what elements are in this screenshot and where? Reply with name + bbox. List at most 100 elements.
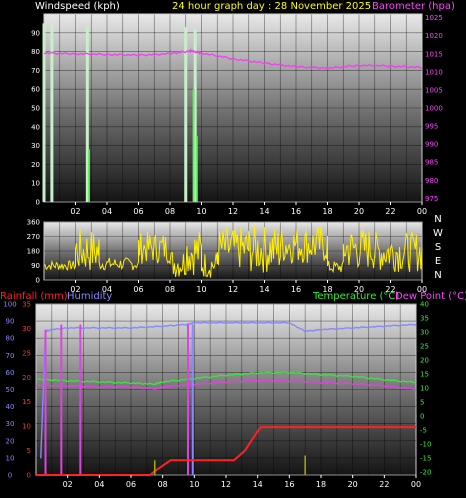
x-tick-label: 04	[102, 207, 112, 216]
x-tick-label: 16	[291, 285, 301, 294]
temperature-axis-tick: -20	[420, 469, 431, 477]
humidity-axis-tick: 20	[6, 437, 15, 445]
x-tick-label: 04	[102, 285, 112, 294]
temperature-axis-tick: 20	[420, 357, 429, 365]
x-tick-label: 12	[228, 285, 238, 294]
x-tick-label: 02	[70, 285, 80, 294]
direction-axis-tick: 270	[27, 233, 40, 241]
x-tick-label: 22	[379, 480, 389, 489]
barometer-axis-tick: 975	[425, 195, 438, 203]
x-tick-label: 22	[385, 285, 395, 294]
rain-axis-tick: 10	[22, 423, 31, 431]
barometer-axis-tick: 980	[425, 177, 438, 185]
temperature-axis-tick: 25	[420, 343, 429, 351]
x-tick-label: 02	[70, 207, 80, 216]
compass-label: N	[434, 270, 441, 281]
temperature-axis-tick: -5	[420, 427, 427, 435]
wind-axis-tick: 0	[36, 199, 40, 207]
compass-label: W	[433, 228, 443, 239]
x-tick-label: 20	[354, 207, 364, 216]
x-tick-label: 06	[133, 207, 143, 216]
wind-axis-tick: 60	[31, 86, 40, 94]
x-tick-label: 06	[126, 480, 136, 489]
barometer-axis-tick: 1000	[425, 105, 443, 113]
temperature-axis-tick: 0	[420, 413, 424, 421]
humidity-axis-tick: 40	[6, 403, 15, 411]
wind-axis-tick: 90	[31, 29, 40, 37]
direction-axis-tick: 90	[31, 262, 40, 270]
direction-axis-tick: 180	[27, 248, 40, 256]
temperature-axis-tick: 35	[420, 315, 429, 323]
x-tick-label: 20	[348, 480, 358, 489]
x-tick-label: 16	[284, 480, 294, 489]
barometer-axis-tick: 1025	[425, 14, 443, 22]
humidity-axis-tick: 10	[6, 454, 15, 462]
humidity-axis-tick: 70	[6, 352, 15, 360]
rain-axis-tick: 25	[22, 349, 31, 357]
gust-spike	[192, 89, 195, 202]
x-tick-label: 12	[221, 480, 231, 489]
temperature-axis-tick: 15	[420, 371, 429, 379]
humidity-axis-tick: 90	[6, 318, 15, 326]
temperature-axis-tick: -10	[420, 441, 431, 449]
rain-axis-tick: 20	[22, 374, 31, 382]
temperature-axis-tick: -15	[420, 455, 431, 463]
barometer-axis-title: Barometer (hpa)	[372, 1, 455, 12]
rain-axis-tick: 5	[27, 447, 31, 455]
windspeed-axis-title: Windspeed (kph)	[35, 1, 120, 12]
compass-label: E	[435, 256, 441, 267]
x-tick-label: 04	[94, 480, 104, 489]
x-tick-label: 00	[411, 480, 421, 489]
dewpoint-axis-title: Dew Point (°C)	[395, 291, 466, 302]
humidity-axis-tick: 100	[3, 301, 16, 309]
rain-axis-tick: 35	[22, 301, 31, 309]
x-tick-label: 18	[322, 207, 332, 216]
direction-axis-tick: 0	[36, 277, 40, 285]
barometer-axis-tick: 1010	[425, 68, 443, 76]
wind-axis-tick: 80	[31, 48, 40, 56]
x-tick-label: 16	[291, 207, 301, 216]
rain-axis-tick: 15	[22, 398, 31, 406]
wind-axis-tick: 70	[31, 67, 40, 75]
x-tick-label: 10	[189, 480, 199, 489]
chart-title: 24 hour graph day : 28 November 2025	[172, 1, 371, 12]
temperature-axis-tick: 30	[420, 329, 429, 337]
barometer-axis-tick: 1005	[425, 86, 443, 94]
compass-label: S	[435, 242, 441, 253]
x-tick-label: 08	[165, 285, 175, 294]
temperature-axis-tick: 5	[420, 399, 424, 407]
x-tick-label: 00	[417, 285, 427, 294]
gust-spike	[87, 149, 90, 202]
x-tick-label: 08	[158, 480, 168, 489]
x-tick-label: 02	[63, 480, 73, 489]
weather-graph: Windspeed (kph) 24 hour graph day : 28 N…	[0, 1, 466, 489]
wind-spike	[42, 23, 46, 203]
wind-axis-tick: 10	[31, 180, 40, 188]
humidity-axis-tick: 30	[6, 420, 15, 428]
x-tick-label: 10	[196, 285, 206, 294]
temperature-axis-tick: 10	[420, 385, 429, 393]
wind-axis-tick: 50	[31, 105, 40, 113]
wind-spike	[50, 23, 54, 203]
wind-axis-tick: 30	[31, 142, 40, 150]
direction-axis-tick: 360	[27, 219, 40, 227]
compass-label: N	[434, 214, 441, 225]
temperature-axis-tick: 40	[420, 301, 429, 309]
barometer-axis-tick: 1020	[425, 32, 443, 40]
rain-axis-tick: 30	[22, 325, 31, 333]
x-tick-label: 18	[316, 480, 326, 489]
x-tick-label: 22	[385, 207, 395, 216]
gust-spike	[195, 136, 198, 202]
humidity-axis-tick: 60	[6, 369, 15, 377]
wind-axis-tick: 20	[31, 161, 40, 169]
wind-spike	[184, 27, 188, 202]
humidity-axis-tick: 80	[6, 335, 15, 343]
x-tick-label: 14	[259, 207, 269, 216]
barometer-axis-tick: 1015	[425, 50, 443, 58]
humidity-axis-tick: 50	[6, 386, 15, 394]
x-tick-label: 10	[196, 207, 206, 216]
x-tick-label: 20	[354, 285, 364, 294]
x-tick-label: 18	[322, 285, 332, 294]
x-tick-label: 00	[417, 207, 427, 216]
x-tick-label: 08	[165, 207, 175, 216]
